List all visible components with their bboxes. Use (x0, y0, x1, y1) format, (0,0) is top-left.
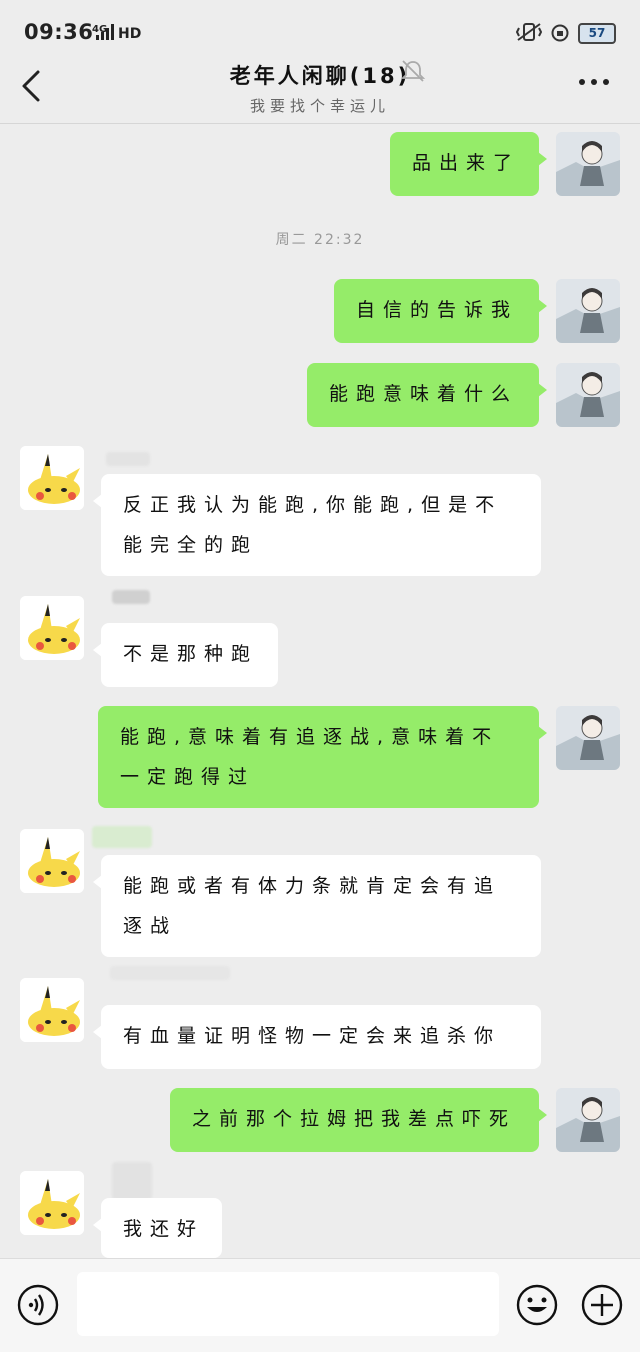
message-bubble-sent[interactable]: 品出来了 (390, 132, 547, 196)
alarm-icon (551, 24, 569, 42)
emoji-icon[interactable] (515, 1283, 559, 1327)
sender-name-blurred (106, 452, 150, 466)
sender-name-blurred (112, 1162, 152, 1200)
timestamp: 周二 22:32 (275, 232, 365, 248)
message-bubble-received[interactable]: 不是那种跑 (93, 623, 278, 687)
avatar-pikachu[interactable] (20, 978, 84, 1042)
battery-indicator: 57 (578, 23, 616, 44)
message-bubble-sent[interactable]: 能跑意味着什么 (307, 363, 547, 427)
message-bubble-sent[interactable]: 之前那个拉姆把我差点吓死 (170, 1088, 547, 1152)
status-time: 09:36 (24, 20, 94, 44)
sender-name-blurred (110, 966, 230, 980)
message-bubble-sent[interactable]: 自信的告诉我 (334, 279, 547, 343)
signal-icon (96, 24, 114, 40)
chat-title: 老年人闲聊(18) (229, 64, 411, 88)
avatar-anime[interactable] (556, 363, 620, 427)
plus-icon[interactable] (580, 1283, 624, 1327)
voice-icon[interactable] (16, 1283, 60, 1327)
message-bubble-received[interactable]: 有血量证明怪物一定会来追杀你 (93, 1005, 541, 1069)
status-bar: 09:36 4G HD 57 (0, 0, 640, 62)
more-dots-icon[interactable] (578, 76, 610, 88)
header-divider (0, 123, 640, 124)
sender-name-blurred (92, 826, 152, 848)
avatar-pikachu[interactable] (20, 829, 84, 893)
vibrate-icon (516, 23, 542, 41)
message-bubble-received[interactable]: 反正我认为能跑,你能跑,但是不能完全的跑 (93, 474, 541, 576)
avatar-anime[interactable] (556, 1088, 620, 1152)
chat-subtitle: 我要找个幸运儿 (249, 97, 390, 115)
avatar-pikachu[interactable] (20, 596, 84, 660)
avatar-anime[interactable] (556, 132, 620, 196)
message-bubble-received[interactable]: 我还好 (93, 1198, 222, 1258)
sender-name-blurred (112, 590, 150, 604)
avatar-anime[interactable] (556, 279, 620, 343)
avatar-pikachu[interactable] (20, 1171, 84, 1235)
avatar-pikachu[interactable] (20, 446, 84, 510)
hd-label: HD (118, 26, 142, 42)
mute-bell-icon (400, 60, 426, 82)
message-bubble-received[interactable]: 能跑或者有体力条就肯定会有追逐战 (93, 855, 541, 957)
avatar-anime[interactable] (556, 706, 620, 770)
message-bubble-sent[interactable]: 能跑,意味着有追逐战,意味着不一定跑得过 (98, 706, 547, 808)
message-input[interactable] (77, 1272, 499, 1336)
